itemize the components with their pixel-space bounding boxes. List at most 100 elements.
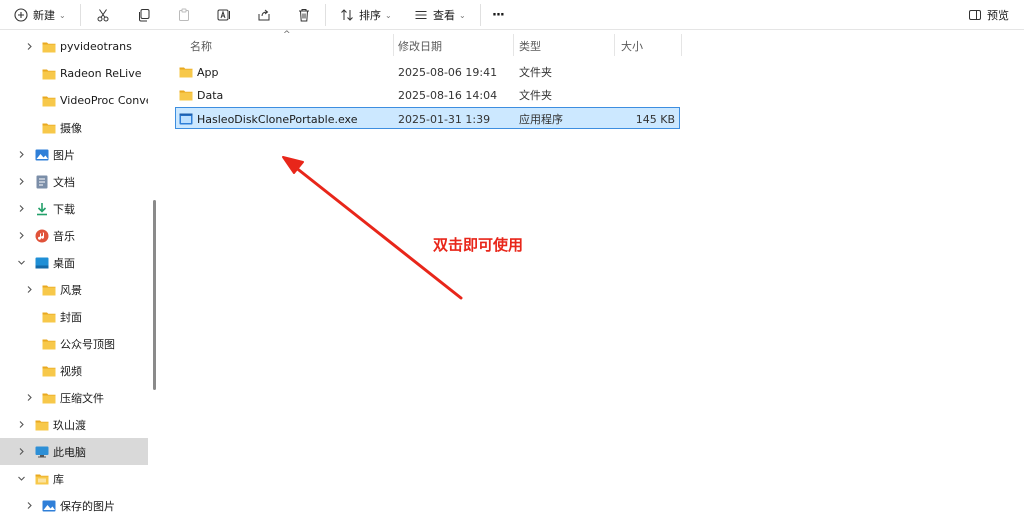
computer-icon [35,445,49,459]
delete-button[interactable] [297,0,311,30]
sidebar-item-label: 封面 [60,310,82,324]
sidebar-item[interactable]: 桌面 [0,249,148,276]
sidebar-item[interactable]: 文档 [0,168,148,195]
file-row[interactable]: Data 2025-08-16 14:04 文件夹 [175,84,680,106]
sidebar-item[interactable]: 视频 [0,357,148,384]
chevron-right-icon[interactable] [16,231,26,241]
column-header-size[interactable]: 大小 [621,34,643,58]
chevron-down-icon: ⌄ [459,10,466,20]
sidebar-item-label: 玖山渡 [53,418,86,432]
sort-button-label: 排序 [359,9,381,22]
sidebar-item-label: 文档 [53,175,75,189]
column-header-modified[interactable]: 修改日期 [398,34,442,58]
new-button[interactable]: 新建 ⌄ [14,0,66,30]
rename-button[interactable] [217,0,231,30]
sidebar-item[interactable]: pyvideotrans [0,33,148,60]
sidebar-item-label: 风景 [60,283,82,297]
more-options-label: ··· [492,7,505,23]
folder-icon [42,337,56,351]
sidebar-item[interactable]: 此电脑 [0,438,148,465]
annotation-text: 双击即可使用 [433,236,524,254]
preview-pane-button[interactable]: 预览 [968,0,1009,30]
sidebar-item-label: 摄像 [60,121,82,135]
chevron-right-icon[interactable] [16,420,26,430]
chevron-right-icon[interactable] [24,501,34,511]
chevron-right-icon[interactable] [16,177,26,187]
file-name: App [197,65,219,79]
sidebar-item[interactable]: VideoProc Conver [0,87,148,114]
chevron-right-icon[interactable] [24,393,34,403]
rename-icon [217,8,231,22]
column-header-type[interactable]: 类型 [519,34,541,58]
chevron-right-icon[interactable] [16,150,26,160]
view-button[interactable]: 查看 ⌄ [414,0,466,30]
sidebar-item-label: 音乐 [53,229,75,243]
sidebar-item[interactable]: 下载 [0,195,148,222]
share-icon [257,8,271,22]
file-modified: 2025-08-16 14:04 [398,88,498,102]
sidebar-item[interactable]: 图片 [0,141,148,168]
column-header-size-label: 大小 [621,40,643,53]
file-row[interactable]: HasleoDiskClonePortable.exe 2025-01-31 1:… [175,107,680,129]
file-size [615,84,675,106]
documents-icon [35,175,49,189]
file-size: 145 KB [635,112,675,126]
sidebar-scrollbar[interactable] [153,200,156,390]
column-header-name[interactable]: 名称 [190,34,212,58]
sidebar-item[interactable]: Radeon ReLive [0,60,148,87]
sidebar-item[interactable]: 玖山渡 [0,411,148,438]
sort-button[interactable]: 排序 ⌄ [340,0,392,30]
trash-icon [297,8,311,22]
sidebar-item[interactable]: 封面 [0,303,148,330]
scissors-icon [96,8,110,22]
sidebar-item-label: 公众号顶图 [60,337,115,351]
sidebar-item[interactable]: 风景 [0,276,148,303]
sidebar-item-label: 库 [53,472,64,486]
sidebar-item-label: Radeon ReLive [60,67,142,80]
sidebar-item[interactable]: 保存的图片 [0,492,148,514]
chevron-down-icon: ⌄ [385,10,392,20]
sort-ascending-icon: ^ [283,30,291,40]
new-button-label: 新建 [33,9,55,22]
sidebar-item-label: 桌面 [53,256,75,270]
folder-icon [42,283,56,297]
folder-icon [42,310,56,324]
chevron-down-icon[interactable] [16,258,26,268]
file-type: 应用程序 [519,113,563,126]
file-name: Data [197,88,224,102]
chevron-down-icon: ⌄ [59,10,66,20]
folder-icon [42,364,56,378]
cut-button[interactable] [96,0,110,30]
folder-icon [42,67,56,81]
folder-icon [179,61,193,83]
preview-pane-label: 预览 [987,9,1009,22]
sidebar-item[interactable]: 库 [0,465,148,492]
chevron-right-icon[interactable] [24,285,34,295]
file-row[interactable]: App 2025-08-06 19:41 文件夹 [175,61,680,83]
chevron-right-icon[interactable] [16,447,26,457]
paste-button[interactable] [177,0,191,30]
pictures-icon [35,148,49,162]
sidebar-item-label: 压缩文件 [60,391,104,405]
sidebar-item[interactable]: 音乐 [0,222,148,249]
file-type: 文件夹 [519,66,552,79]
sidebar-item[interactable]: 压缩文件 [0,384,148,411]
sort-icon [340,8,354,22]
chevron-right-icon[interactable] [24,42,34,52]
list-view-icon [414,8,428,22]
folder-icon [42,391,56,405]
sidebar-item[interactable]: 摄像 [0,114,148,141]
share-button[interactable] [257,0,271,30]
view-button-label: 查看 [433,9,455,22]
clipboard-icon [177,8,191,22]
sidebar-item-label: 下载 [53,202,75,216]
copy-button[interactable] [137,0,151,30]
more-options-button[interactable]: ··· [492,0,505,30]
command-bar: 新建 ⌄ 排序 ⌄ 查看 ⌄ ··· 预览 [0,0,1024,30]
chevron-down-icon[interactable] [16,474,26,484]
sidebar-item[interactable]: 公众号顶图 [0,330,148,357]
exe-icon [179,108,193,130]
file-modified: 2025-01-31 1:39 [398,112,491,126]
sidebar-item-label: 此电脑 [53,445,86,459]
chevron-right-icon[interactable] [16,204,26,214]
